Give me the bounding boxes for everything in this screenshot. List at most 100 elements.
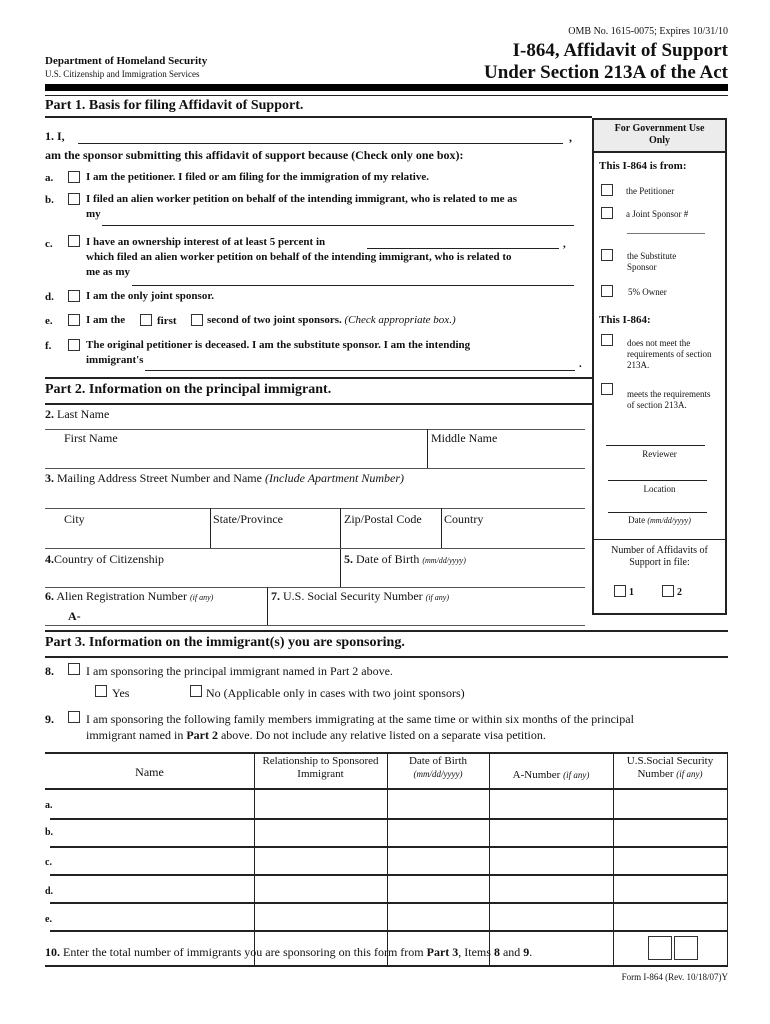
option-d-letter: d. bbox=[45, 291, 54, 303]
option-c-company-field[interactable] bbox=[367, 248, 559, 249]
gov-box-title-text: For Government Use Only bbox=[614, 123, 705, 146]
gov-from-joint-sponsor-checkbox[interactable] bbox=[601, 207, 613, 219]
item8-no-checkbox[interactable] bbox=[190, 685, 202, 697]
ssn-field[interactable] bbox=[270, 606, 585, 624]
item9-checkbox[interactable] bbox=[68, 711, 80, 723]
option-e-first-checkbox[interactable] bbox=[140, 314, 152, 326]
total-immigrants-digit2-field[interactable] bbox=[674, 936, 698, 960]
gov-status-heading: This I-864: bbox=[599, 314, 651, 326]
member-e-relationship-field[interactable] bbox=[256, 904, 385, 929]
item8-yes-checkbox[interactable] bbox=[95, 685, 107, 697]
street-address-field[interactable] bbox=[45, 486, 585, 506]
citizenship-label: 4.Country of Citizenship bbox=[45, 552, 164, 566]
col-header-ssn-note: (if any) bbox=[676, 769, 703, 779]
member-b-relationship-field[interactable] bbox=[256, 820, 385, 845]
part3-top-rule bbox=[45, 630, 728, 632]
option-c-text3: me as my bbox=[86, 266, 130, 278]
member-e-name-field[interactable] bbox=[58, 904, 252, 929]
member-a-ssn-field[interactable] bbox=[615, 790, 725, 817]
first-name-field[interactable] bbox=[45, 446, 425, 466]
address-num: 3. bbox=[45, 471, 54, 485]
gov-from-owner-checkbox[interactable] bbox=[601, 285, 613, 297]
gov-status-not-meet-checkbox[interactable] bbox=[601, 334, 613, 346]
middle-name-field[interactable] bbox=[429, 446, 585, 466]
col-divider bbox=[267, 587, 268, 625]
alien-number-label: 6. Alien Registration Number (if any) bbox=[45, 589, 213, 605]
item10-num: 10. bbox=[45, 945, 60, 959]
member-e-dob-field[interactable] bbox=[389, 904, 487, 929]
member-c-ssn-field[interactable] bbox=[615, 848, 725, 873]
gov-date-text: Date bbox=[628, 515, 646, 525]
last-name-num: 2. bbox=[45, 407, 54, 421]
member-c-anumber-field[interactable] bbox=[491, 848, 611, 873]
gov-from-substitute-checkbox[interactable] bbox=[601, 249, 613, 261]
member-d-anumber-field[interactable] bbox=[491, 876, 611, 901]
col-header-dob: Date of Birth (mm/dd/yyyy) bbox=[387, 755, 489, 781]
member-d-relationship-field[interactable] bbox=[256, 876, 385, 901]
row-divider bbox=[45, 429, 585, 430]
option-d-text: I am the only joint sponsor. bbox=[86, 290, 214, 302]
table-col-divider bbox=[489, 752, 490, 965]
row-divider bbox=[45, 508, 585, 509]
ssn-label: 7. U.S. Social Security Number (if any) bbox=[271, 589, 449, 605]
member-a-relationship-field[interactable] bbox=[256, 790, 385, 817]
citizenship-field[interactable] bbox=[45, 567, 338, 587]
member-c-dob-field[interactable] bbox=[389, 848, 487, 873]
member-c-name-field[interactable] bbox=[58, 848, 252, 873]
member-d-ssn-field[interactable] bbox=[615, 876, 725, 901]
gov-date-field[interactable] bbox=[608, 512, 707, 513]
option-c-checkbox[interactable] bbox=[68, 235, 80, 247]
member-c-relationship-field[interactable] bbox=[256, 848, 385, 873]
part2-heading-rule bbox=[45, 403, 592, 405]
state-field[interactable] bbox=[212, 527, 339, 547]
alien-prefix: A- bbox=[68, 609, 81, 623]
zip-field[interactable] bbox=[342, 527, 440, 547]
member-a-name-field[interactable] bbox=[58, 790, 252, 817]
col-header-a-number-label: A-Number bbox=[512, 769, 561, 781]
item8-checkbox[interactable] bbox=[68, 663, 80, 675]
row-rule bbox=[50, 930, 727, 932]
sponsor-name-field[interactable] bbox=[78, 143, 563, 144]
alien-text: Alien Registration Number bbox=[56, 589, 187, 603]
option-a-checkbox[interactable] bbox=[68, 171, 80, 183]
item10-end: . bbox=[529, 945, 533, 959]
item8-num: 8. bbox=[45, 664, 54, 678]
item10-pre: Enter the total number of immigrants you… bbox=[63, 945, 424, 959]
gov-joint-sponsor-number-field[interactable] bbox=[627, 233, 705, 234]
option-c-relationship-field[interactable] bbox=[132, 285, 574, 286]
city-field[interactable] bbox=[45, 527, 209, 547]
total-immigrants-digit1-field[interactable] bbox=[648, 936, 672, 960]
gov-reviewer-field[interactable] bbox=[606, 445, 705, 446]
row-divider bbox=[45, 625, 585, 626]
member-e-anumber-field[interactable] bbox=[491, 904, 611, 929]
member-d-name-field[interactable] bbox=[58, 876, 252, 901]
option-b-relationship-field[interactable] bbox=[102, 225, 574, 226]
gov-affidavits-2-checkbox[interactable] bbox=[662, 585, 674, 597]
option-e-first-label: first bbox=[157, 315, 177, 327]
gov-location-field[interactable] bbox=[608, 480, 707, 481]
col-header-relationship: Relationship to Sponsored Immigrant bbox=[262, 755, 379, 780]
dob-format: (mm/dd/yyyy) bbox=[422, 556, 466, 565]
member-b-dob-field[interactable] bbox=[389, 820, 487, 845]
member-e-ssn-field[interactable] bbox=[615, 904, 725, 929]
member-b-anumber-field[interactable] bbox=[491, 820, 611, 845]
option-e-second-checkbox[interactable] bbox=[191, 314, 203, 326]
option-f-relationship-field[interactable] bbox=[145, 370, 575, 371]
member-a-dob-field[interactable] bbox=[389, 790, 487, 817]
gov-from-petitioner-checkbox[interactable] bbox=[601, 184, 613, 196]
member-d-dob-field[interactable] bbox=[389, 876, 487, 901]
dob-field[interactable] bbox=[342, 567, 585, 587]
option-b-letter: b. bbox=[45, 194, 54, 206]
member-b-ssn-field[interactable] bbox=[615, 820, 725, 845]
citizenship-text: Country of Citizenship bbox=[54, 552, 164, 566]
gov-affidavits-1-checkbox[interactable] bbox=[614, 585, 626, 597]
country-field[interactable] bbox=[443, 527, 585, 547]
option-d-checkbox[interactable] bbox=[68, 290, 80, 302]
option-e-checkbox[interactable] bbox=[68, 314, 80, 326]
gov-status-meets-checkbox[interactable] bbox=[601, 383, 613, 395]
alien-number-field[interactable] bbox=[84, 606, 264, 624]
member-a-anumber-field[interactable] bbox=[491, 790, 611, 817]
member-b-name-field[interactable] bbox=[58, 820, 252, 845]
option-b-checkbox[interactable] bbox=[68, 193, 80, 205]
option-f-checkbox[interactable] bbox=[68, 339, 80, 351]
